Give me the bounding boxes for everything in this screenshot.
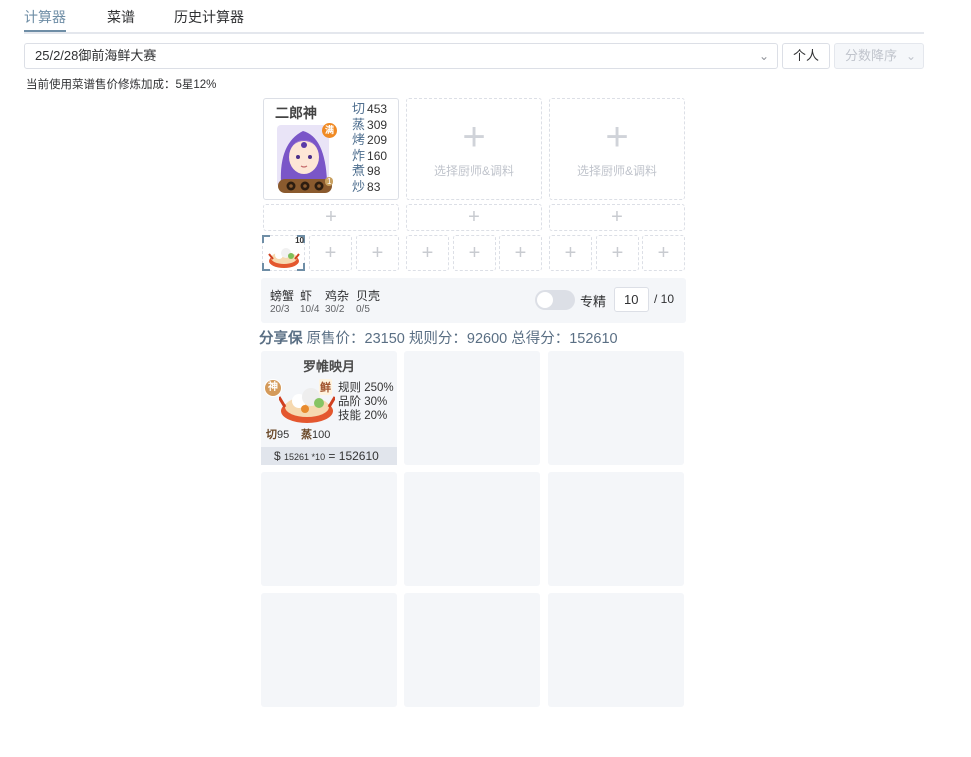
specialize-toggle[interactable] — [535, 290, 575, 310]
dish-slot-7[interactable]: + — [549, 235, 592, 271]
plus-icon: + — [605, 115, 629, 159]
ingredient-panel: 螃蟹 20/3 虾 10/4 鸡杂 30/2 贝壳 0/5 专精 10 / 10 — [261, 278, 686, 323]
chef-skill-row: 炸 160 — [352, 147, 388, 163]
tag-fresh-badge: 鲜 — [319, 379, 332, 395]
rule-select[interactable]: 25/2/28御前海鲜大赛 ⌄ — [24, 43, 778, 69]
chef-full-badge: 满 — [322, 123, 337, 138]
plus-icon: + — [611, 242, 624, 264]
result-stats: 规则 250% 品阶 30% 技能 20% — [338, 381, 394, 423]
plus-icon: + — [468, 206, 480, 228]
result-cell-5[interactable] — [404, 472, 540, 586]
active-tab-indicator — [24, 30, 66, 32]
plus-icon: + — [324, 242, 337, 264]
plus-icon: + — [514, 242, 527, 264]
equip-slot-3[interactable]: + — [549, 204, 685, 231]
dish-slot-3[interactable]: + — [356, 235, 399, 271]
result-cell-8[interactable] — [404, 593, 540, 707]
dish-slot-9[interactable]: + — [642, 235, 685, 271]
result-price: $ 15261 *10 = 152610 — [261, 447, 397, 465]
dish-count-badge: 10 — [295, 236, 304, 245]
stat-skill: 技能 20% — [338, 410, 388, 422]
dish-slot-4[interactable]: + — [406, 235, 449, 271]
result-cell-6[interactable] — [548, 472, 684, 586]
crab-dish-icon — [268, 248, 300, 268]
stat-rule: 规则 250% — [338, 382, 394, 394]
select-chef-label: 选择厨师&调料 — [576, 164, 657, 178]
sort-select-placeholder: 分数降序 — [845, 48, 898, 63]
rank-badge: 神 — [264, 379, 282, 397]
plus-icon: + — [371, 242, 384, 264]
chef-slot-3[interactable]: + 选择厨师&调料 — [549, 98, 685, 200]
chef-skill-row: 煮 98 — [352, 163, 381, 179]
ingredient-item: 贝壳 0/5 — [356, 289, 381, 315]
toggle-knob — [537, 292, 553, 308]
plus-icon: + — [421, 242, 434, 264]
chef-slot-2[interactable]: + 选择厨师&调料 — [406, 98, 542, 200]
chevron-down-icon: ⌄ — [758, 49, 769, 63]
refine-bonus-info: 当前使用菜谱售价修炼加成：5星12% — [26, 79, 217, 91]
plus-icon: + — [657, 242, 670, 264]
ingredient-item: 鸡杂 30/2 — [325, 289, 350, 315]
result-cell-2[interactable] — [404, 351, 540, 465]
dish-slot-5[interactable]: + — [453, 235, 496, 271]
calculator-page: 计算器 菜谱 历史计算器 25/2/28御前海鲜大赛 ⌄ 个人 分数降序 ⌄ 当… — [0, 0, 971, 757]
tab-history-calculator[interactable]: 历史计算器 — [174, 7, 244, 27]
dish-slot-2[interactable]: + — [309, 235, 352, 271]
result-cell-7[interactable] — [261, 593, 397, 707]
plus-icon: + — [325, 206, 337, 228]
tab-recipes[interactable]: 菜谱 — [107, 7, 135, 27]
chevron-down-icon: ⌄ — [905, 49, 916, 63]
ingredient-item: 虾 10/4 — [300, 289, 320, 315]
score-summary: 分享保 原售价：23150 规则分：92600 总得分：152610 — [259, 327, 618, 348]
equip-slot-1[interactable]: + — [263, 204, 399, 231]
score-prefix: 分享保 — [259, 331, 303, 347]
chef-skill-row: 蒸 309 — [352, 116, 388, 132]
rule-select-value: 25/2/28御前海鲜大赛 — [35, 48, 157, 63]
plus-icon: + — [462, 115, 486, 159]
dish-slot-8[interactable]: + — [596, 235, 639, 271]
plus-icon: + — [468, 242, 481, 264]
chef-skill-list: 切 453 蒸 309 烤 209 炸 160 煮 98 炒 83 — [352, 101, 387, 195]
chef-skill-row: 烤 209 — [352, 132, 388, 148]
ingredient-item: 螃蟹 20/3 — [270, 289, 295, 315]
chef-skill-row: 切 453 — [352, 101, 388, 116]
tab-bar: 计算器 菜谱 历史计算器 — [24, 0, 924, 34]
score-detail: 原售价：23150 规则分：92600 总得分：152610 — [306, 331, 618, 347]
result-cell-1[interactable]: 罗帷映月 神 鲜 规则 250% 品阶 30% 技能 20% 切95 蒸100 … — [261, 351, 397, 465]
tab-calculator[interactable]: 计算器 — [24, 7, 66, 27]
plus-icon: + — [611, 206, 623, 228]
dish-slot-6[interactable]: + — [499, 235, 542, 271]
stat-grade: 品阶 30% — [338, 396, 388, 408]
personal-button[interactable]: 个人 — [782, 43, 830, 69]
sort-select[interactable]: 分数降序 ⌄ — [834, 43, 924, 69]
quantity-input[interactable]: 10 — [614, 287, 649, 312]
select-chef-label: 选择厨师&调料 — [433, 164, 514, 178]
dish-slot-1[interactable]: 10 — [262, 235, 305, 271]
result-skill: 切95 — [266, 429, 290, 441]
quantity-total: / 10 — [654, 292, 675, 306]
chef-skill-row: 炒 83 — [352, 178, 381, 194]
equip-slot-2[interactable]: + — [406, 204, 542, 231]
chef-name: 二郎神 — [275, 105, 317, 121]
result-cell-9[interactable] — [548, 593, 684, 707]
result-cell-3[interactable] — [548, 351, 684, 465]
plus-icon: + — [564, 242, 577, 264]
result-skill: 蒸100 — [301, 429, 331, 441]
specialize-label: 专精 — [580, 294, 607, 309]
result-cell-4[interactable] — [261, 472, 397, 586]
chef-slot-1[interactable]: 二郎神 满 1 切 453 蒸 309 烤 209 炸 160 煮 98 炒 83 — [263, 98, 399, 200]
result-dish-title: 罗帷映月 — [302, 359, 355, 374]
